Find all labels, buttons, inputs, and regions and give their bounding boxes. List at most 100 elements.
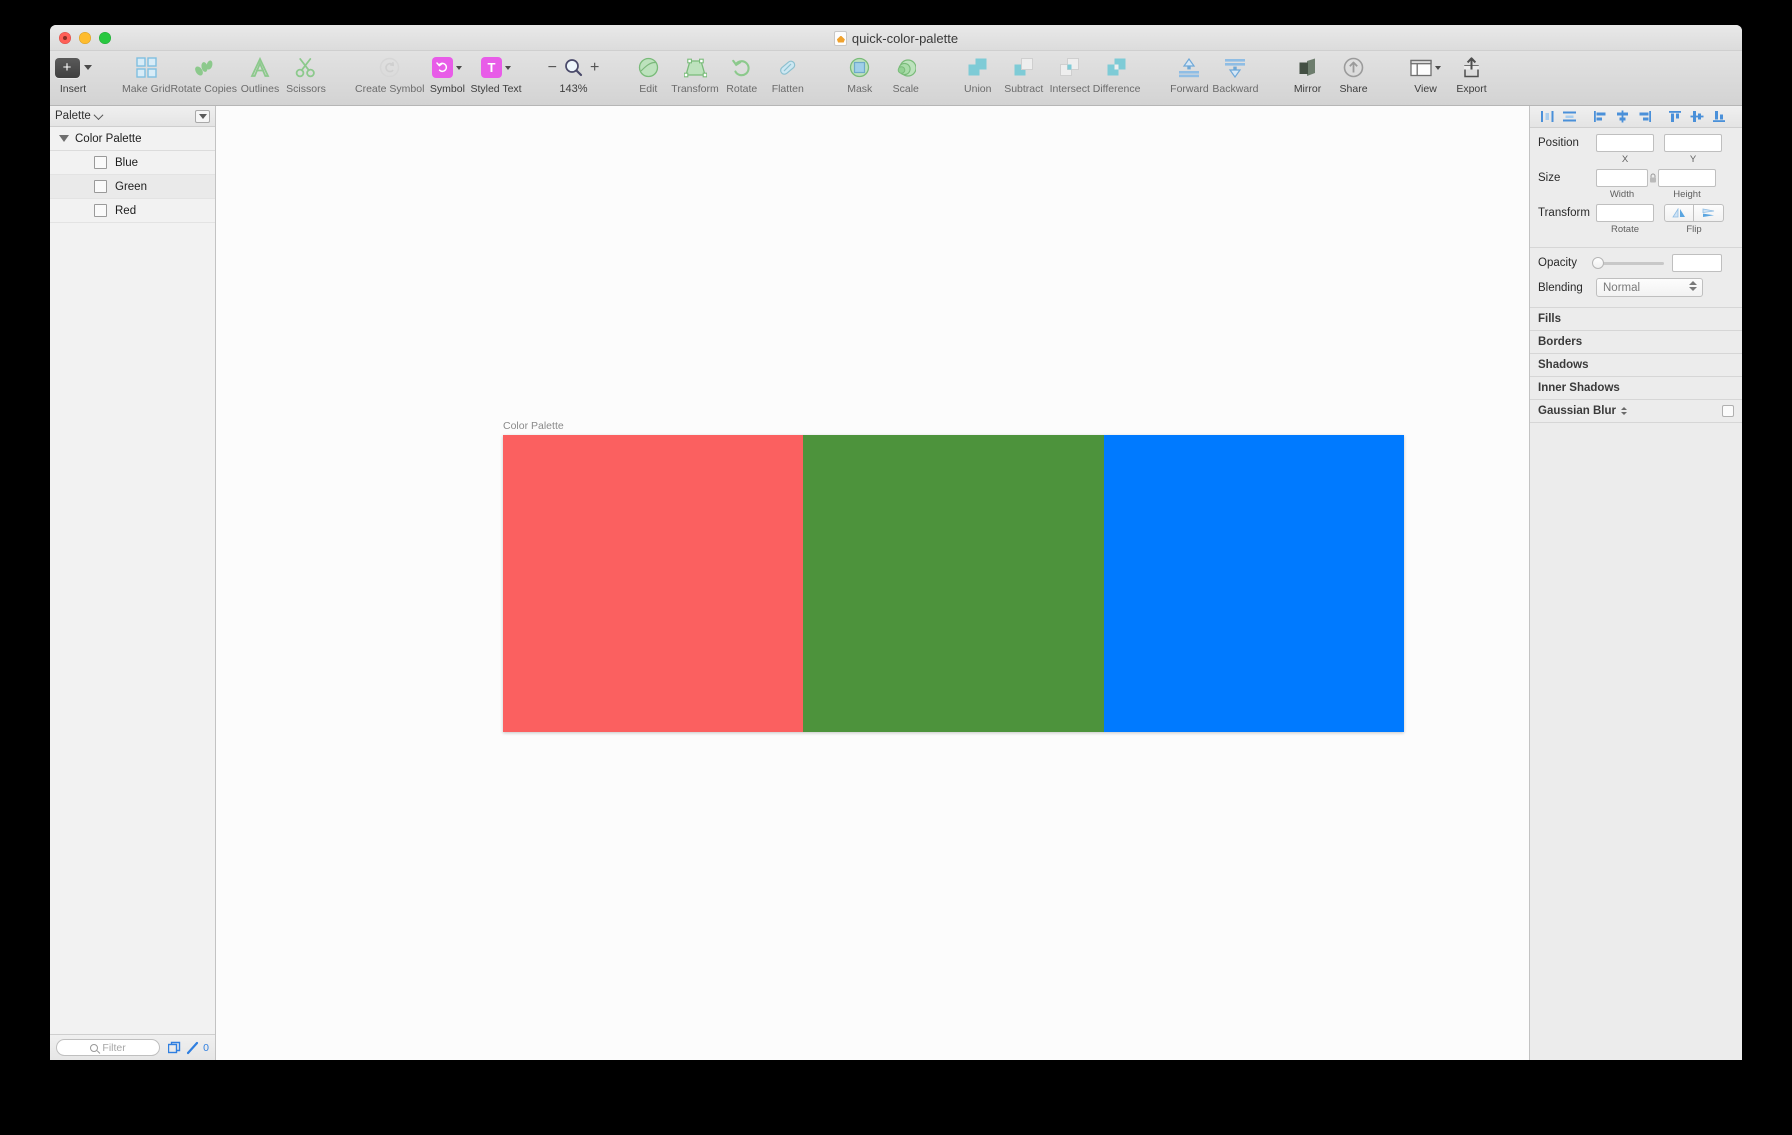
toolbar-label: Flatten: [771, 83, 804, 95]
rotate-input[interactable]: [1596, 204, 1654, 222]
position-label: Position: [1538, 137, 1579, 149]
position-x-input[interactable]: [1596, 134, 1654, 152]
plus-button-icon: +: [54, 55, 92, 80]
align-left-icon[interactable]: [1590, 109, 1610, 125]
toolbar-button-mask[interactable]: Mask: [837, 51, 883, 95]
color-swatch-blue[interactable]: [1103, 435, 1404, 732]
duplicate-icon[interactable]: [168, 1041, 183, 1055]
pen-icon[interactable]: [186, 1041, 200, 1055]
blur-stepper-icon[interactable]: [1620, 407, 1627, 415]
toolbar-button-make-grid[interactable]: Make Grid: [122, 51, 170, 95]
layer-visibility-checkbox[interactable]: [94, 156, 107, 169]
opacity-input[interactable]: [1672, 254, 1722, 272]
panel-title: Gaussian Blur: [1538, 405, 1616, 417]
sidebar-options-button[interactable]: [195, 109, 210, 123]
sidebar-header[interactable]: Palette: [50, 106, 215, 127]
design-canvas[interactable]: Color Palette: [216, 106, 1529, 1060]
transform-sublabels: Rotate Flip: [1530, 224, 1742, 235]
toolbar-label: Transform: [671, 83, 719, 95]
rotate-icon: [731, 55, 752, 80]
flip-buttons: [1664, 204, 1724, 222]
toolbar-button-scale[interactable]: Scale: [883, 51, 929, 95]
toolbar-group-zoom-group: − + 143%: [548, 51, 600, 105]
opacity-row: Opacity: [1530, 254, 1742, 272]
artboard-label[interactable]: Color Palette: [503, 420, 564, 432]
align-distribute-horizontal-icon[interactable]: [1537, 109, 1557, 125]
size-row: Size: [1530, 169, 1742, 187]
size-sublabels: Width Height: [1530, 189, 1742, 200]
toolbar-button-scissors[interactable]: Scissors: [283, 51, 329, 95]
toolbar-button-transform[interactable]: Transform: [671, 51, 719, 95]
size-height-sublabel: Height: [1673, 189, 1701, 200]
panel-shadows[interactable]: Shadows: [1530, 354, 1742, 377]
toolbar-button-edit[interactable]: Edit: [625, 51, 671, 95]
document-icon: [833, 30, 847, 46]
align-right-icon[interactable]: [1634, 109, 1654, 125]
toolbar-button-mirror[interactable]: Mirror: [1285, 51, 1331, 95]
layer-group-color-palette[interactable]: Color Palette: [50, 127, 215, 151]
panel-inner-shadows[interactable]: Inner Shadows: [1530, 377, 1742, 400]
color-swatch-red[interactable]: [503, 435, 804, 732]
toolbar-label: Symbol: [429, 83, 465, 95]
flip-horizontal-icon[interactable]: [1664, 204, 1694, 222]
toolbar-group-boolean-group: Union Subtract Intersect Difference: [955, 51, 1140, 105]
dropdown-button-icon: [198, 113, 207, 119]
layer-row-red[interactable]: Red: [50, 199, 215, 223]
toolbar-label: Intersect: [1049, 83, 1090, 95]
toolbar-button-backward[interactable]: Backward: [1212, 51, 1259, 95]
panel-borders[interactable]: Borders: [1530, 331, 1742, 354]
toolbar-label: Insert: [59, 83, 87, 95]
stepper-icon[interactable]: [1689, 281, 1697, 291]
blending-select[interactable]: Normal: [1596, 278, 1703, 297]
toolbar-label: Union: [964, 83, 992, 95]
toolbar-button-subtract[interactable]: Subtract: [1001, 51, 1047, 95]
search-icon: [90, 1043, 99, 1052]
opacity-slider[interactable]: [1592, 257, 1664, 269]
align-middle-vertical-icon[interactable]: [1687, 109, 1707, 125]
toolbar-button-create-symbol[interactable]: Create Symbol: [355, 51, 424, 95]
lock-icon[interactable]: [1648, 172, 1658, 184]
toolbar-label: Share: [1339, 83, 1368, 95]
size-width-input[interactable]: [1596, 169, 1648, 187]
flip-vertical-icon[interactable]: [1694, 204, 1724, 222]
toolbar-button-flatten[interactable]: Flatten: [765, 51, 811, 95]
layer-row-green[interactable]: Green: [50, 175, 215, 199]
toolbar-button-intersect[interactable]: Intersect: [1047, 51, 1093, 95]
toolbar-button-difference[interactable]: Difference: [1093, 51, 1140, 95]
panel-fills[interactable]: Fills: [1530, 308, 1742, 331]
edit-icon: [638, 55, 659, 80]
filter-input[interactable]: Filter: [56, 1039, 161, 1056]
intersect-icon: [1059, 55, 1080, 80]
align-distribute-vertical-icon[interactable]: [1559, 109, 1579, 125]
toolbar-button-share[interactable]: Share: [1331, 51, 1377, 95]
align-center-horizontal-icon[interactable]: [1612, 109, 1632, 125]
toolbar-button-forward[interactable]: Forward: [1166, 51, 1212, 95]
backward-icon: [1224, 55, 1246, 80]
position-y-input[interactable]: [1664, 134, 1722, 152]
align-bottom-icon[interactable]: [1709, 109, 1729, 125]
opacity-slider-knob[interactable]: [1592, 257, 1604, 269]
toolbar-button-rotate[interactable]: Rotate: [719, 51, 765, 95]
layer-row-blue[interactable]: Blue: [50, 151, 215, 175]
sidebar-footer: Filter 0: [50, 1034, 215, 1060]
toolbar-button-view[interactable]: View: [1403, 51, 1449, 95]
artboard[interactable]: [503, 435, 1404, 732]
toolbar-button-insert[interactable]: + Insert: [50, 51, 96, 95]
toolbar-button-styled-text[interactable]: T Styled Text: [470, 51, 522, 95]
toolbar-button-143-[interactable]: − + 143%: [548, 51, 600, 96]
outlines-icon: [250, 55, 270, 80]
disclosure-triangle-icon[interactable]: [59, 135, 69, 142]
blur-enable-checkbox[interactable]: [1722, 405, 1734, 417]
toolbar-button-rotate-copies[interactable]: Rotate Copies: [170, 51, 237, 95]
panel-gaussian-blur[interactable]: Gaussian Blur: [1530, 400, 1742, 423]
toolbar-button-union[interactable]: Union: [955, 51, 1001, 95]
toolbar-button-symbol[interactable]: Symbol: [424, 51, 470, 95]
align-top-icon[interactable]: [1665, 109, 1685, 125]
layer-visibility-checkbox[interactable]: [94, 180, 107, 193]
layer-visibility-checkbox[interactable]: [94, 204, 107, 217]
scale-icon: [895, 55, 917, 80]
size-height-input[interactable]: [1658, 169, 1716, 187]
color-swatch-green[interactable]: [803, 435, 1104, 732]
toolbar-button-export[interactable]: Export: [1449, 51, 1495, 95]
toolbar-button-outlines[interactable]: Outlines: [237, 51, 283, 95]
